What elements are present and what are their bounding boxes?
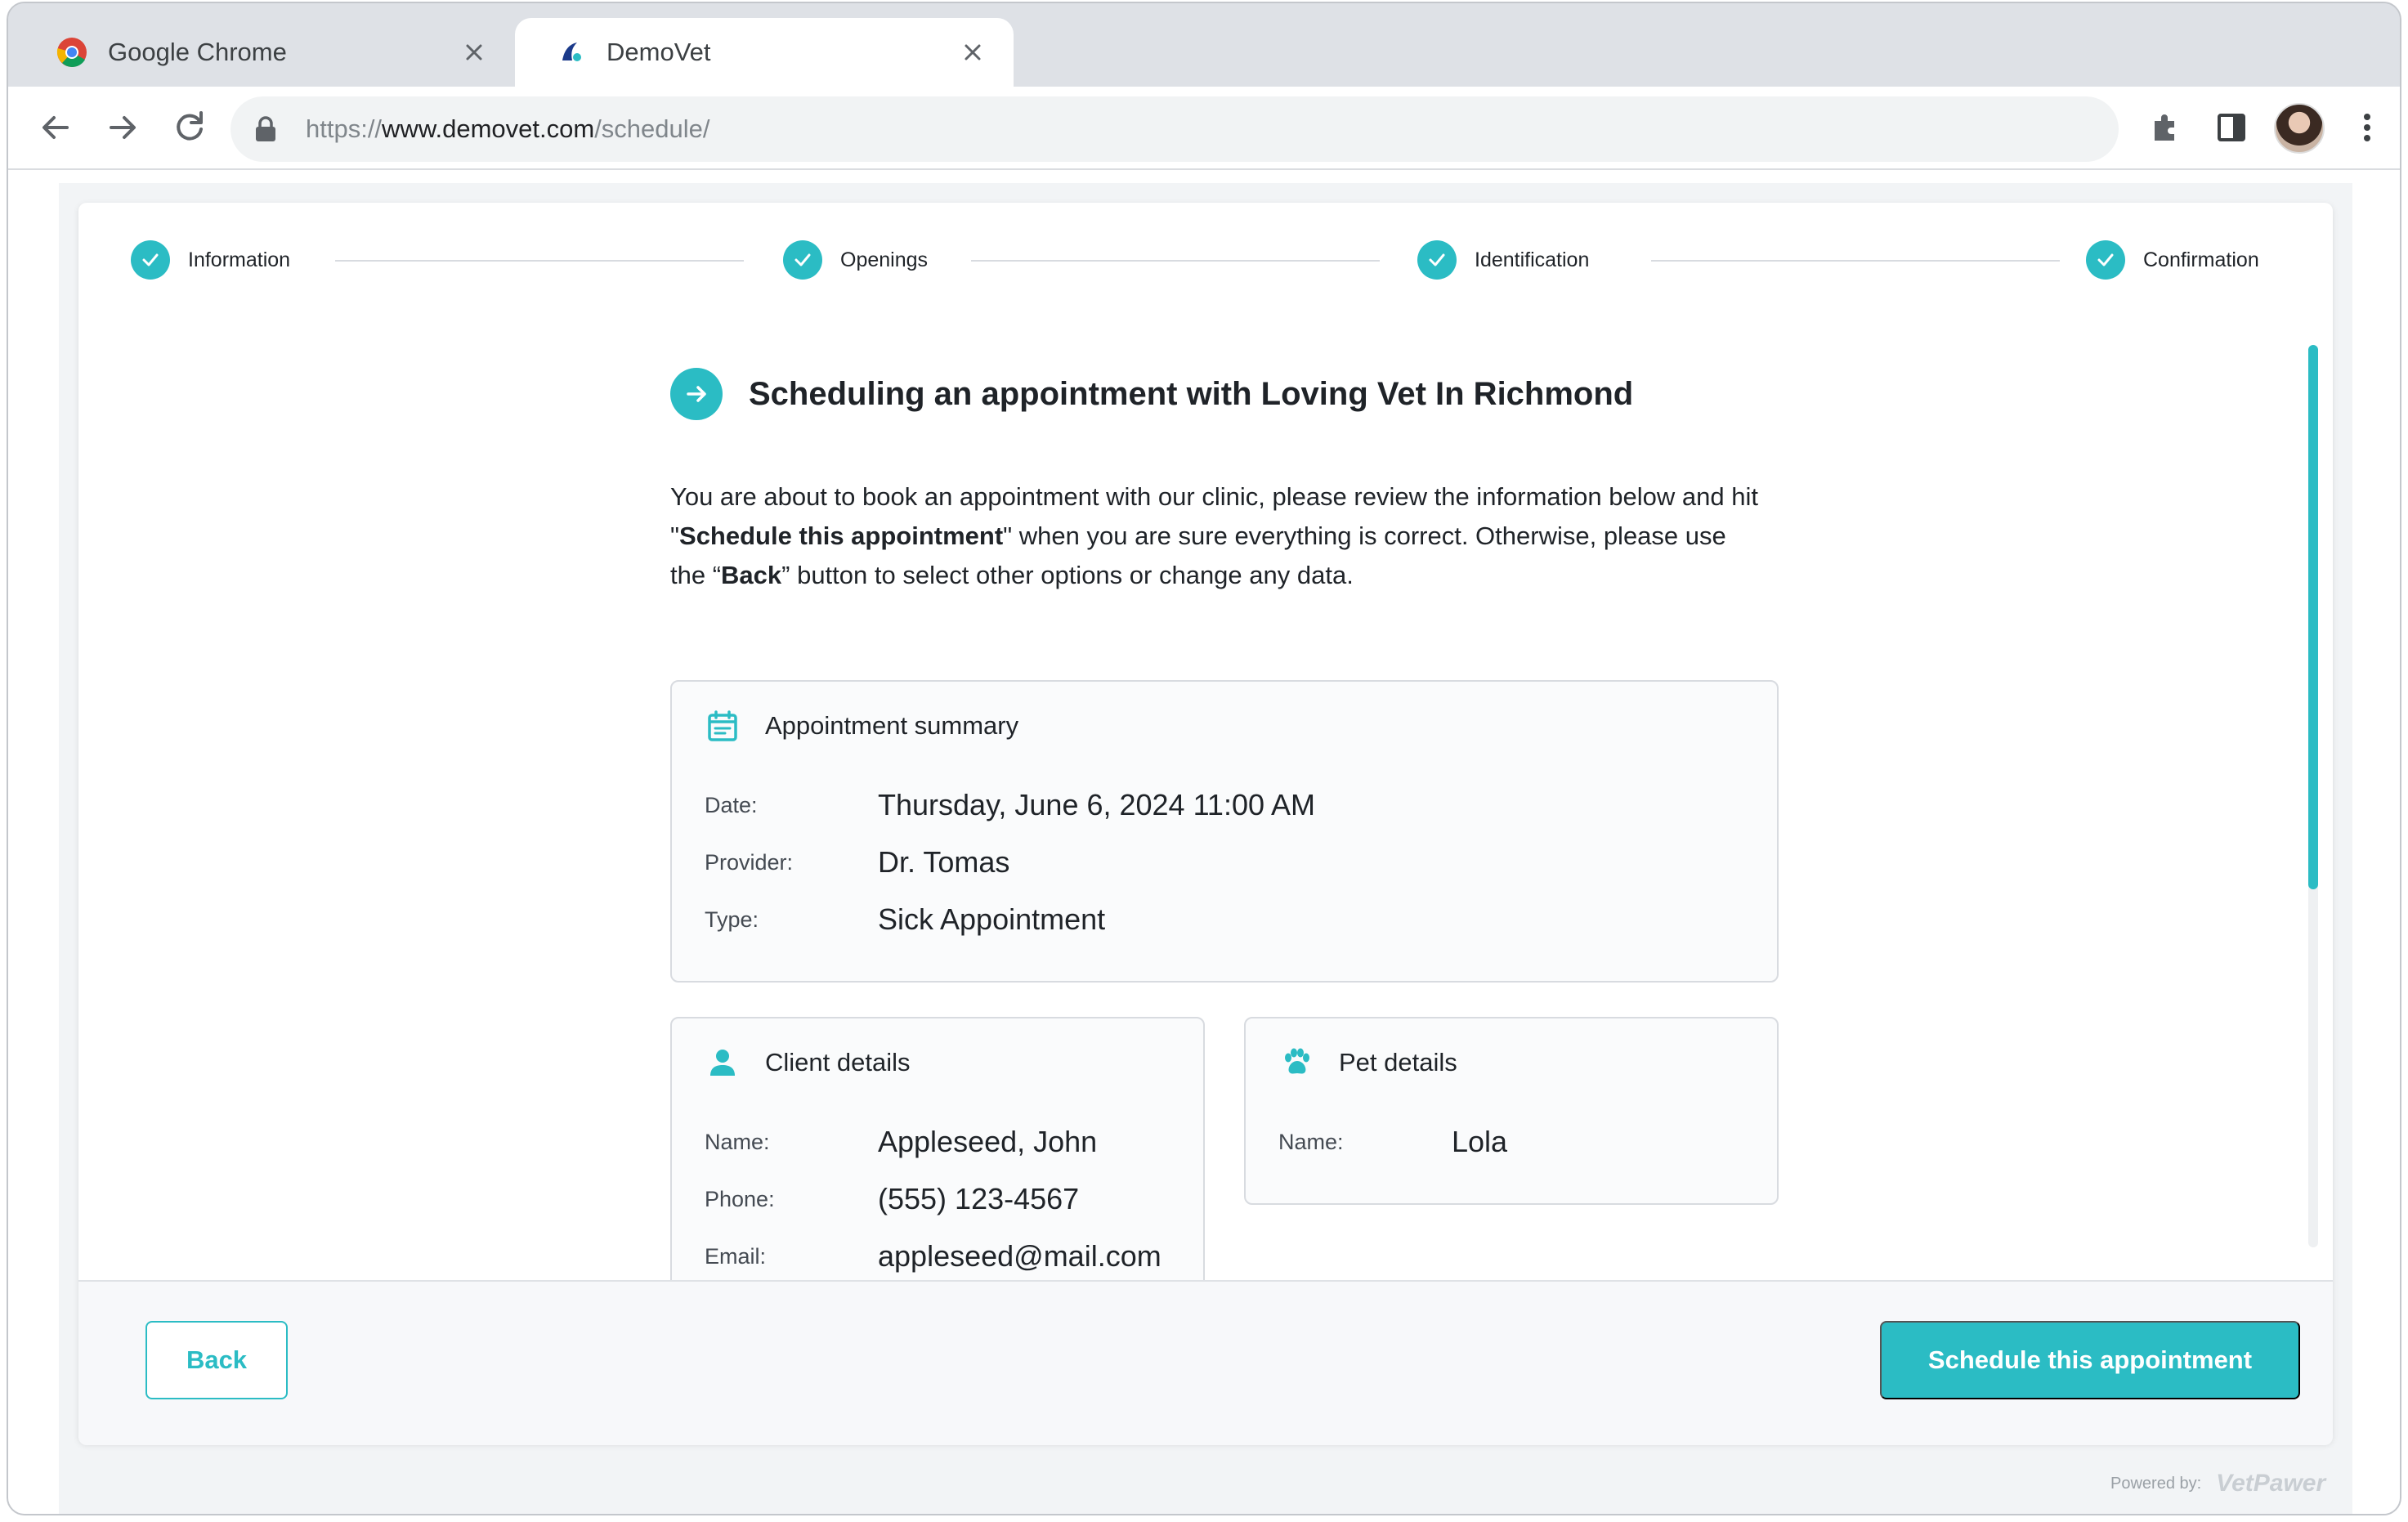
- pet-row-name: Name: Lola: [1278, 1125, 1507, 1159]
- close-icon[interactable]: [956, 36, 989, 69]
- client-row-phone: Phone: (555) 123-4567: [705, 1182, 1079, 1216]
- field-value: Thursday, June 6, 2024 11:00 AM: [878, 788, 1316, 821]
- field-label: Phone:: [705, 1186, 775, 1211]
- panel-heading: Pet details: [1278, 1045, 1457, 1081]
- tab-google-chrome[interactable]: Google Chrome: [16, 18, 515, 87]
- field-label: Name:: [705, 1129, 770, 1154]
- intro-text: You are about to book an appointment wit…: [670, 477, 1766, 595]
- arrow-right-icon: [670, 368, 723, 420]
- schedule-appointment-button[interactable]: Schedule this appointment: [1880, 1321, 2300, 1399]
- intro-bold: Schedule this appointment: [679, 522, 1004, 550]
- appointment-row-type: Type: Sick Appointment: [705, 902, 1105, 937]
- url-host: www.demovet.com: [382, 114, 595, 143]
- confirmation-content: Scheduling an appointment with Loving Ve…: [670, 203, 1782, 1280]
- panel-title: Pet details: [1339, 1048, 1457, 1077]
- field-label: Type:: [705, 906, 759, 932]
- web-page: Information Openings Identification Conf…: [8, 170, 2400, 1514]
- field-label: Name:: [1278, 1129, 1344, 1154]
- close-icon[interactable]: [458, 36, 490, 69]
- paw-icon: [1285, 1048, 1309, 1074]
- scrollbar-thumb[interactable]: [2308, 345, 2318, 889]
- lock-icon: [256, 116, 275, 141]
- powered-by-label: Powered by:: [2110, 1474, 2202, 1493]
- check-icon: [131, 240, 170, 280]
- action-footer: Back Schedule this appointment: [78, 1280, 2333, 1445]
- step-confirmation: Confirmation: [2086, 235, 2259, 284]
- demovet-favicon-icon: [562, 43, 581, 61]
- tab-title: Google Chrome: [108, 38, 287, 66]
- field-value: Lola: [1452, 1125, 1508, 1158]
- pet-details-panel: Pet details Name: Lola: [1244, 1017, 1779, 1205]
- panel-heading: Appointment summary: [705, 708, 1018, 744]
- panel-title: Client details: [765, 1048, 911, 1077]
- browser-toolbar: https://www.demovet.com/schedule/: [8, 87, 2400, 170]
- scheduling-card: Information Openings Identification Conf…: [78, 203, 2333, 1445]
- chrome-logo-icon: [56, 38, 87, 67]
- client-row-name: Name: Appleseed, John: [705, 1125, 1097, 1159]
- field-value: Sick Appointment: [878, 902, 1106, 936]
- intro-bold: Back: [721, 561, 782, 589]
- tab-demovet[interactable]: DemoVet: [515, 18, 1014, 87]
- step-label: Confirmation: [2143, 248, 2259, 271]
- tab-strip: Google Chrome DemoVet: [8, 3, 2400, 87]
- field-value: appleseed@mail.com: [878, 1239, 1161, 1273]
- side-panel-icon[interactable]: [2210, 106, 2253, 149]
- appointment-row-date: Date: Thursday, June 6, 2024 11:00 AM: [705, 788, 1315, 822]
- calendar-icon: [708, 710, 737, 741]
- field-value: (555) 123-4567: [878, 1182, 1080, 1215]
- panel-title: Appointment summary: [765, 711, 1019, 740]
- field-value: Dr. Tomas: [878, 845, 1010, 879]
- step-information: Information: [131, 235, 290, 284]
- profile-avatar[interactable]: [2274, 103, 2325, 154]
- person-icon: [710, 1050, 735, 1076]
- forward-arrow-icon[interactable]: [101, 106, 144, 149]
- intro-part: ” button to select other options or chan…: [781, 561, 1354, 589]
- powered-by: Powered by: VetPawer: [2110, 1470, 2325, 1497]
- url-text: https://www.demovet.com/schedule/: [306, 114, 710, 144]
- more-vertical-icon[interactable]: [2346, 106, 2388, 149]
- field-label: Provider:: [705, 849, 794, 875]
- browser-window: Google Chrome DemoVet https://www.demove…: [7, 2, 2401, 1515]
- appointment-row-provider: Provider: Dr. Tomas: [705, 845, 1009, 880]
- vetpawer-logo[interactable]: VetPawer: [2216, 1470, 2325, 1497]
- step-label: Information: [188, 248, 291, 271]
- panel-heading: Client details: [705, 1045, 910, 1081]
- back-button[interactable]: Back: [145, 1321, 288, 1399]
- field-value: Appleseed, John: [878, 1125, 1098, 1158]
- field-label: Date:: [705, 792, 758, 817]
- check-icon: [2086, 240, 2125, 280]
- client-details-panel: Client details Name: Appleseed, John Pho…: [670, 1017, 1205, 1280]
- page-title: Scheduling an appointment with Loving Ve…: [749, 375, 1634, 412]
- appointment-summary-panel: Appointment summary Date: Thursday, June…: [670, 680, 1779, 983]
- reload-icon[interactable]: [168, 106, 211, 149]
- page-heading: Scheduling an appointment with Loving Ve…: [670, 368, 1633, 420]
- back-arrow-icon[interactable]: [34, 106, 77, 149]
- client-row-email: Email: appleseed@mail.com: [705, 1239, 1161, 1274]
- field-label: Email:: [705, 1243, 767, 1269]
- address-bar[interactable]: https://www.demovet.com/schedule/: [231, 96, 2119, 162]
- extensions-puzzle-icon[interactable]: [2143, 106, 2186, 149]
- url-scheme: https://: [306, 114, 383, 143]
- url-path: /schedule/: [594, 114, 710, 143]
- tab-title: DemoVet: [606, 38, 711, 66]
